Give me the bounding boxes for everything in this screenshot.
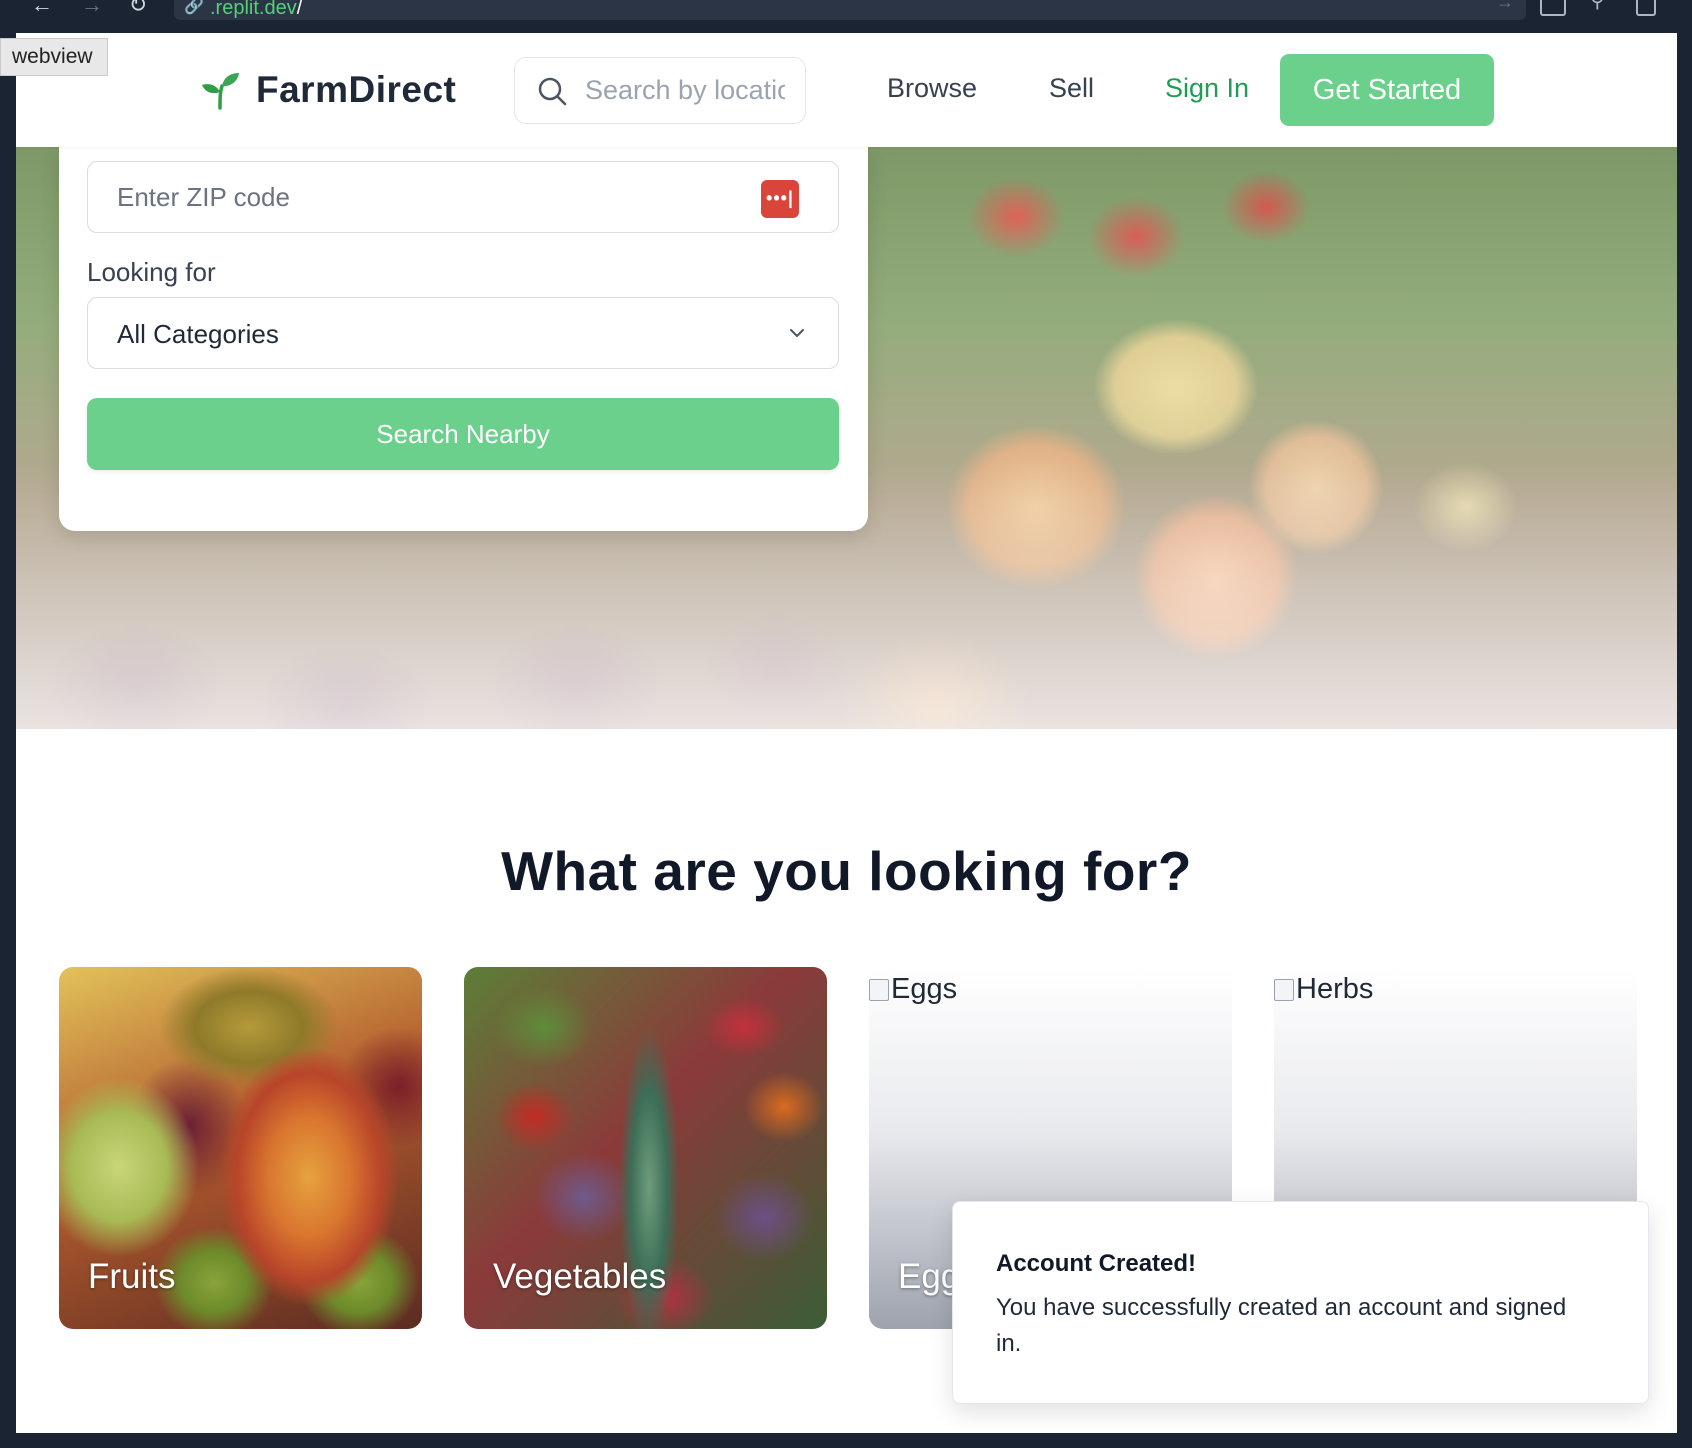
looking-for-label: Looking for <box>87 257 216 287</box>
zip-field[interactable]: •••| <box>87 161 839 233</box>
broken-image-alt: Eggs <box>869 973 957 1006</box>
nav-browse[interactable]: Browse <box>887 73 977 104</box>
search-card: •••| Looking for All Categories Search N… <box>59 147 868 531</box>
browser-window: ← → ↻ 🔗 .replit.dev/ → ⚲ webview FarmDir… <box>0 0 1692 1448</box>
search-icon <box>538 77 567 105</box>
forward-arrow-icon[interactable]: → <box>78 0 106 18</box>
category-label: Fruits <box>88 1257 176 1296</box>
reload-icon[interactable]: ↻ <box>124 0 152 18</box>
link-icon: 🔗 <box>184 0 204 15</box>
category-card-vegetables[interactable]: Vegetables <box>464 967 827 1329</box>
search-nearby-button[interactable]: Search Nearby <box>87 398 839 470</box>
toast-message: You have successfully created an account… <box>996 1294 1567 1357</box>
broken-image-icon <box>869 978 889 1001</box>
broken-image-alt: Herbs <box>1274 973 1373 1006</box>
devices-icon[interactable] <box>1540 0 1566 16</box>
category-card-fruits[interactable]: Fruits <box>59 967 422 1329</box>
browser-toolbar: ← → ↻ 🔗 .replit.dev/ → ⚲ <box>0 0 1692 33</box>
nav-sell[interactable]: Sell <box>1049 73 1094 104</box>
open-external-icon[interactable] <box>1636 0 1656 16</box>
sprout-icon <box>202 73 239 110</box>
sign-in-link[interactable]: Sign In <box>1165 73 1249 104</box>
url-bar[interactable]: 🔗 .replit.dev/ → <box>174 0 1526 20</box>
logo[interactable]: FarmDirect <box>198 65 456 115</box>
back-arrow-icon[interactable]: ← <box>28 0 56 18</box>
categories-heading: What are you looking for? <box>501 840 1192 902</box>
location-search-input[interactable] <box>585 75 785 106</box>
page-viewport: FarmDirect Browse Sell Sign In Get Start… <box>16 33 1677 1433</box>
webview-tooltip: webview <box>0 38 108 76</box>
brand-name: FarmDirect <box>256 69 457 110</box>
password-manager-icon[interactable]: •••| <box>761 180 799 218</box>
get-started-button[interactable]: Get Started <box>1280 54 1494 126</box>
zip-input[interactable] <box>117 181 717 213</box>
wrench-icon[interactable]: ⚲ <box>1590 0 1616 16</box>
category-label: Vegetables <box>493 1257 667 1296</box>
toast-title: Account Created! <box>996 1250 1197 1277</box>
site-header: FarmDirect Browse Sell Sign In Get Start… <box>16 33 1677 147</box>
category-select-value: All Categories <box>117 319 279 349</box>
hero-section: •••| Looking for All Categories Search N… <box>16 147 1677 729</box>
location-search[interactable] <box>514 57 806 124</box>
chevron-down-icon <box>790 329 804 337</box>
category-select[interactable]: All Categories <box>87 297 839 369</box>
url-text: .replit.dev/ <box>210 0 303 19</box>
broken-image-icon <box>1274 978 1294 1001</box>
account-created-toast[interactable]: Account Created! You have successfully c… <box>952 1201 1649 1404</box>
open-arrow-icon[interactable]: → <box>1496 0 1514 13</box>
